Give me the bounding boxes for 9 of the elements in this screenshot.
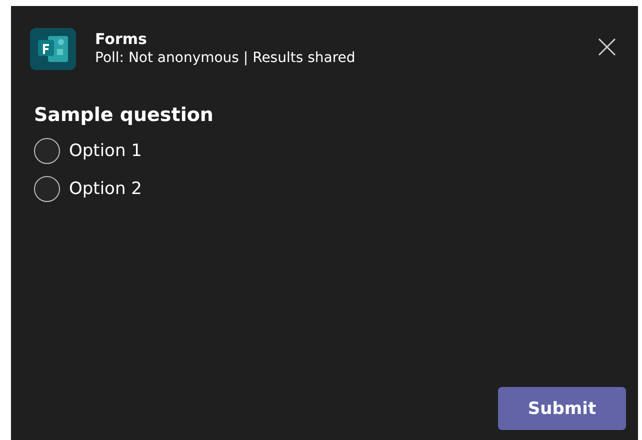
submit-button[interactable]: Submit [498, 387, 626, 430]
poll-settings-text: Poll: Not anonymous | Results shared [95, 49, 356, 68]
question-title: Sample question [34, 104, 214, 126]
radio-button[interactable] [34, 138, 60, 164]
forms-app-icon [30, 28, 76, 70]
option-label[interactable]: Option 1 [69, 141, 142, 161]
radio-button[interactable] [34, 176, 60, 202]
app-title: Forms [95, 30, 148, 49]
option-label[interactable]: Option 2 [69, 179, 142, 199]
